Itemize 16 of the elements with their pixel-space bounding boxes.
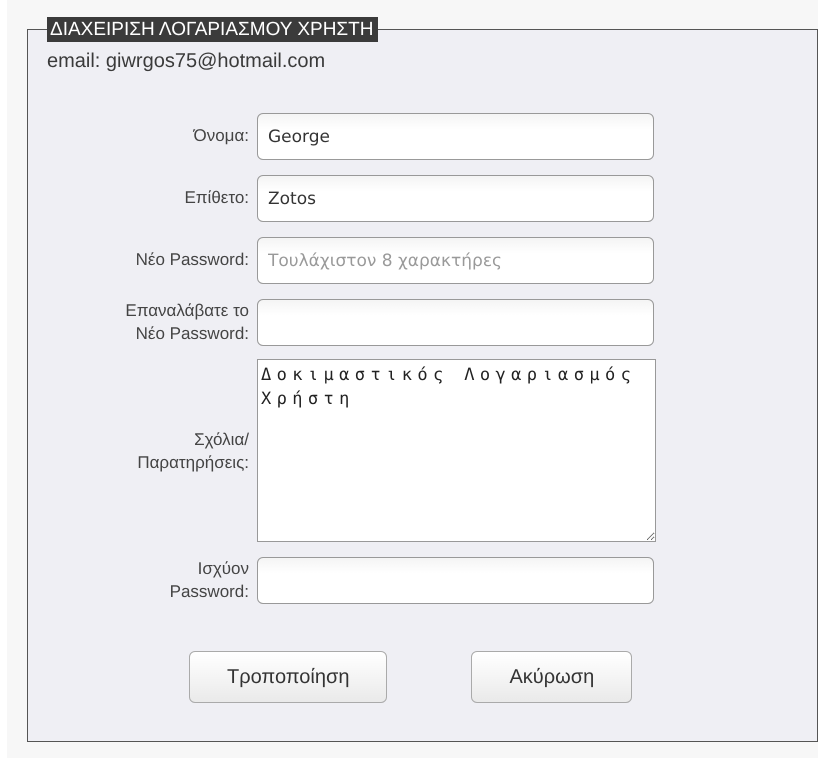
- password-field[interactable]: [257, 557, 654, 604]
- email-text: email: giwrgos75@hotmail.com: [47, 50, 326, 73]
- input-field[interactable]: George: [257, 113, 654, 160]
- input-field[interactable]: Zotos: [257, 175, 654, 222]
- field-label: Σχόλια/ Παρατηρήσεις:: [136, 429, 249, 474]
- panel-title: ΔΙΑΧΕΙΡΙΣΗ ΛΟΓΑΡΙΑΣΜΟΥ ΧΡΗΣΤΗ: [47, 17, 378, 42]
- password-field[interactable]: [257, 299, 654, 346]
- field-label: Ισχύον Password:: [168, 558, 249, 602]
- cancel-button[interactable]: Ακύρωση: [471, 651, 632, 703]
- comments-field[interactable]: Δοκιμαστικός Λογαριασμός Χρήστη: [257, 359, 656, 542]
- field-label: Επαναλάβατε το Νέο Password:: [124, 300, 249, 344]
- field-label: Νέο Password:: [134, 249, 249, 272]
- submit-button[interactable]: Τροποποίηση: [189, 651, 388, 703]
- field-label: Όνομα:: [192, 125, 249, 148]
- field-label: Επίθετο:: [183, 187, 249, 210]
- password-field[interactable]: Τουλάχιστον 8 χαρακτήρες: [257, 237, 654, 284]
